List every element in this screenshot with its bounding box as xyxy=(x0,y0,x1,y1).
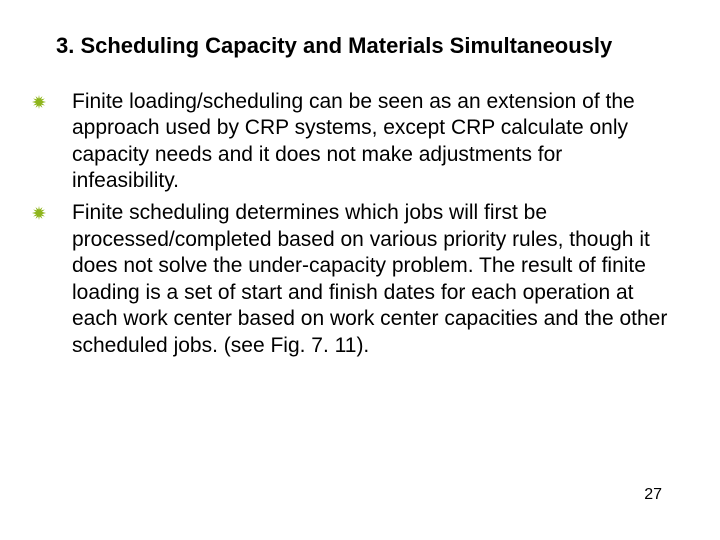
burst-icon xyxy=(32,206,46,220)
list-item: Finite loading/scheduling can be seen as… xyxy=(50,89,670,195)
slide: 3. Scheduling Capacity and Materials Sim… xyxy=(0,0,720,540)
page-number: 27 xyxy=(644,486,662,504)
bullet-text: Finite scheduling determines which jobs … xyxy=(72,200,670,359)
slide-title: 3. Scheduling Capacity and Materials Sim… xyxy=(56,32,670,61)
list-item: Finite scheduling determines which jobs … xyxy=(50,200,670,359)
burst-icon xyxy=(32,95,46,109)
bullet-text: Finite loading/scheduling can be seen as… xyxy=(72,89,670,195)
